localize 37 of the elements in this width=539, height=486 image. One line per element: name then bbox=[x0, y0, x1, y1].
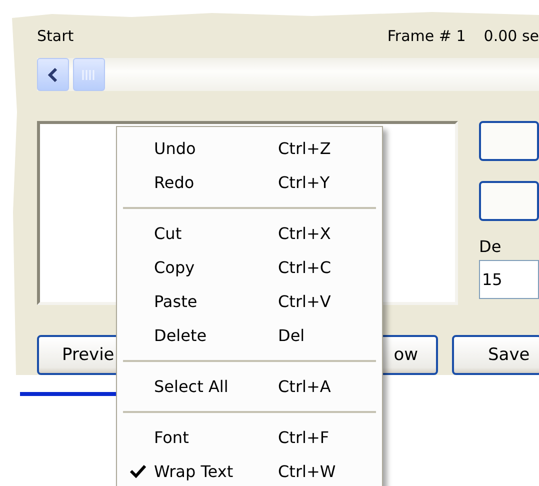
menu-item[interactable]: Undo Ctrl+Z bbox=[117, 131, 382, 165]
shortcut-label: Ctrl+Y bbox=[278, 172, 330, 192]
menu-label: Wrap Text bbox=[154, 462, 234, 480]
menu-label: Select All bbox=[154, 376, 230, 396]
menu-item[interactable]: Copy Ctrl+C bbox=[117, 250, 382, 284]
shortcut-label: Ctrl+A bbox=[278, 376, 331, 396]
menu-item[interactable]: Paste Ctrl+V bbox=[117, 284, 382, 318]
menu-label: Font bbox=[154, 428, 190, 446]
menu-item[interactable]: Font Ctrl+F bbox=[117, 420, 382, 454]
shortcut-label: Ctrl+V bbox=[278, 292, 331, 310]
left-chevron-icon bbox=[48, 68, 58, 82]
scrollbar[interactable] bbox=[37, 58, 539, 91]
scroll-thumb[interactable] bbox=[73, 58, 105, 91]
dialog-button[interactable]: Save bbox=[452, 335, 539, 375]
shortcut-label: Ctrl+X bbox=[278, 224, 331, 242]
shortcut-label: Ctrl+C bbox=[278, 258, 332, 276]
menu-label: Copy bbox=[154, 258, 196, 276]
grip-icon bbox=[82, 68, 96, 80]
time-label: 0.00 se bbox=[484, 27, 539, 45]
input-field[interactable]: 15 bbox=[479, 260, 539, 299]
field-label: De bbox=[479, 237, 502, 256]
menu-item[interactable]: Wrap Text Ctrl+W bbox=[117, 454, 382, 486]
side-button[interactable] bbox=[479, 181, 539, 221]
side-button[interactable] bbox=[479, 121, 539, 161]
menu-item[interactable]: Cut Ctrl+X bbox=[117, 216, 382, 250]
shortcut-label: Ctrl+F bbox=[278, 428, 330, 446]
menu-label: Cut bbox=[154, 224, 183, 242]
menu-label: Undo bbox=[154, 138, 197, 158]
shortcut-label: Del bbox=[278, 326, 305, 344]
start-label: Start bbox=[37, 27, 74, 45]
shortcut-label: Ctrl+W bbox=[278, 462, 336, 480]
scroll-left-button[interactable] bbox=[37, 58, 69, 91]
frame-label: Frame # 1 bbox=[387, 27, 466, 45]
menu-item[interactable]: Redo Ctrl+Y bbox=[117, 165, 382, 199]
menu-label: Paste bbox=[154, 292, 198, 310]
menu-label: Redo bbox=[154, 172, 196, 192]
shortcut-label: Ctrl+Z bbox=[278, 138, 331, 158]
